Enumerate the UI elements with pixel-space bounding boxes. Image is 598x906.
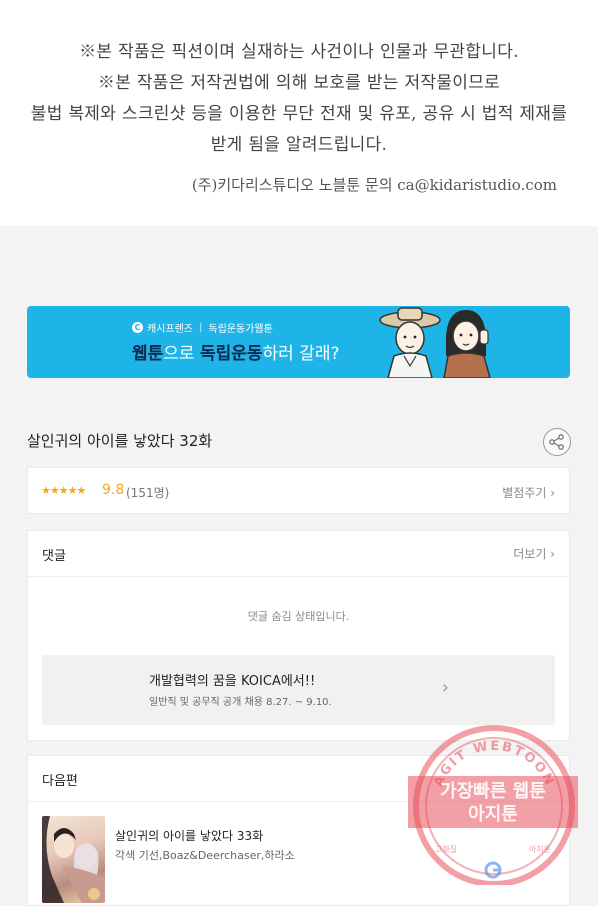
agit-webtoon-watermark: AGIT WEBTOON 가장빠른 웹툰 아지툰 고화질 아지툰 (408, 725, 578, 885)
comments-more-button[interactable]: 더보기 › (513, 545, 555, 562)
stamp-bottom-left: 고화질 (435, 845, 457, 854)
koica-ad[interactable]: 개발협력의 꿈을 KOICA에서!! 일반직 및 공무직 공개 채용 8.27.… (42, 655, 555, 725)
banner-headline-bold: 독립운동 (199, 344, 263, 364)
rate-button[interactable]: 별점주기 › (502, 484, 555, 501)
comments-hidden-message: 댓글 숨김 상태입니다. (247, 610, 350, 623)
copyright-notice: ※본 작품은 픽션이며 실재하는 사건이나 인물과 무관합니다. ※본 작품은 … (0, 0, 598, 226)
independence-webtoon-banner[interactable]: C 캐시프렌즈 | 독립운동가웹툰 웹툰으로 독립운동하러 갈래? (27, 306, 570, 378)
banner-brand: C 캐시프렌즈 | 독립운동가웹툰 (132, 320, 273, 335)
banner-separator: | (199, 322, 203, 333)
banner-campaign: 독립운동가웹툰 (208, 324, 273, 335)
episode-title: 살인귀의 아이를 낳았다 32화 (27, 432, 213, 450)
notice-line-4: 받게 됨을 알려드립니다. (210, 135, 388, 155)
rating-card: ★★★★★ 9.8 (151명) 별점주기 › (27, 467, 570, 514)
stamp-line-1: 가장빠른 웹툰 (440, 781, 546, 802)
thumbnail-art (42, 816, 105, 903)
next-episode-credit: 각색 기선,Boaz&Deerchaser,하라소 (115, 849, 295, 862)
rating-stars-icon: ★★★★★ (41, 484, 86, 497)
ad-subtitle: 일반직 및 공무직 공개 채용 8.27. ~ 9.10. (149, 697, 332, 708)
notice-line-3: 불법 복제와 스크린샷 등을 이용한 무단 전재 및 유포, 공유 시 법적 제… (30, 104, 568, 124)
comments-heading: 댓글 (42, 549, 66, 564)
banner-headline-mid: 으로 (163, 344, 200, 364)
notice-line-2: ※본 작품은 저작권법에 의해 보호를 받는 저작물이므로 (97, 73, 501, 93)
stamp-bottom-right: 아지툰 (529, 844, 551, 854)
next-episode-title[interactable]: 살인귀의 아이를 낳았다 33화 (115, 827, 263, 844)
comments-card: 댓글 더보기 › 댓글 숨김 상태입니다. 개발협력의 꿈을 KOICA에서!!… (27, 530, 570, 741)
rating-score: 9.8 (102, 482, 125, 498)
chevron-right-icon: › (441, 677, 449, 698)
banner-headline: 웹툰으로 독립운동하러 갈래? (132, 339, 340, 364)
stamp-line-2: 아지툰 (468, 804, 518, 825)
cashfriends-logo-icon: C (132, 322, 143, 333)
share-icon (549, 434, 564, 450)
banner-headline-post: 하러 갈래? (262, 344, 340, 364)
notice-contact: (주)키다리스튜디오 노블툰 문의 ca@kidaristudio.com (191, 176, 557, 194)
banner-brand-name: 캐시프렌즈 (147, 324, 193, 335)
banner-headline-pre: 웹툰 (132, 344, 164, 364)
next-episode-heading: 다음편 (42, 774, 78, 789)
comments-divider (28, 576, 569, 577)
ad-title: 개발협력의 꿈을 KOICA에서!! (149, 674, 316, 689)
banner-characters-illustration (379, 307, 491, 378)
rating-count: (151명) (126, 486, 170, 500)
share-button[interactable] (543, 428, 571, 456)
next-episode-thumbnail[interactable] (42, 816, 105, 903)
notice-line-1: ※본 작품은 픽션이며 실재하는 사건이나 인물과 무관합니다. (79, 42, 519, 62)
